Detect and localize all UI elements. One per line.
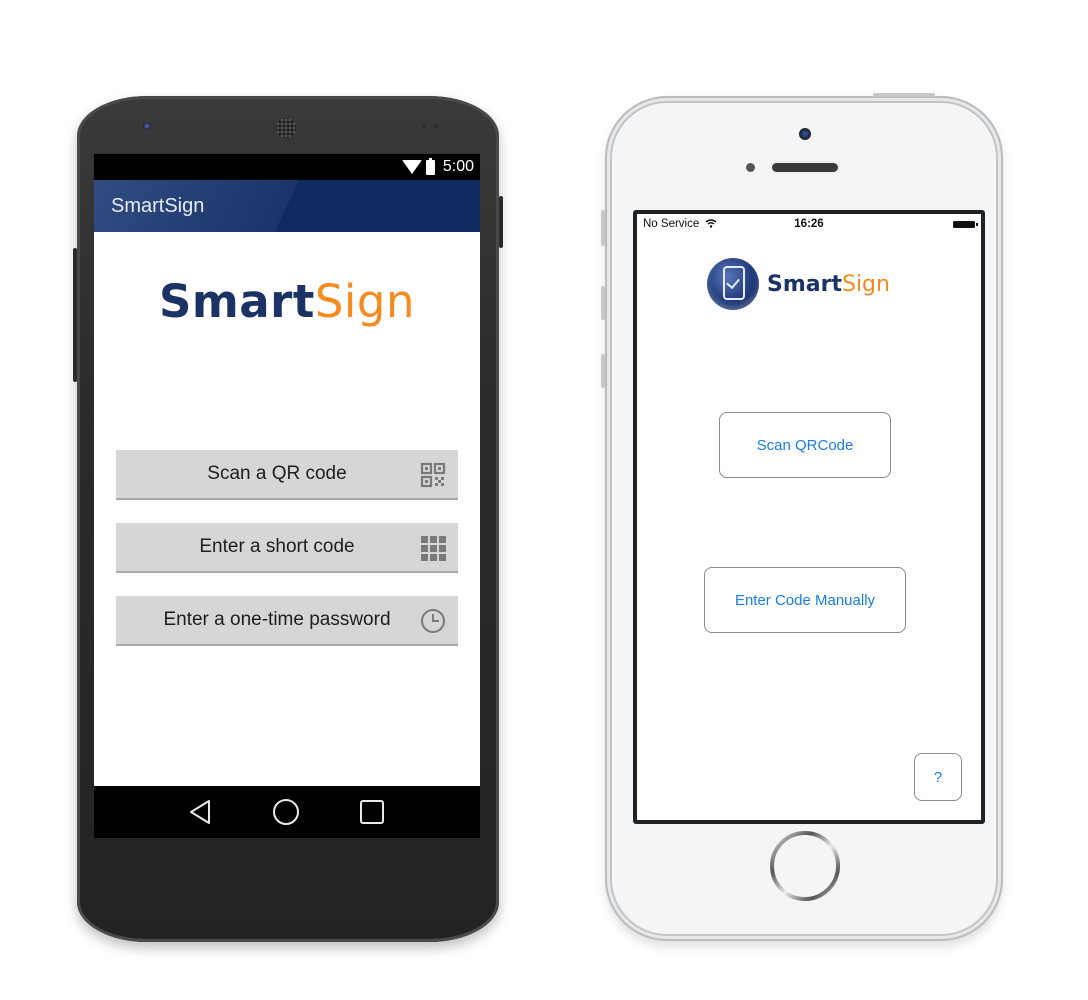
status-time: 5:00: [442, 158, 474, 175]
proximity-sensor-icon: [746, 163, 755, 172]
home-icon[interactable]: [273, 799, 299, 825]
home-button[interactable]: [769, 830, 841, 902]
back-icon[interactable]: [187, 799, 213, 825]
smartsign-logo: SmartSign: [94, 275, 480, 328]
keypad-grid-icon: [421, 536, 446, 561]
android-nav-bar: [94, 786, 480, 838]
carrier-text: No Service: [643, 218, 700, 230]
app-title: SmartSign: [111, 194, 205, 217]
earpiece-speaker-icon: [276, 118, 296, 138]
smartsign-logo: SmartSign: [707, 258, 890, 310]
android-volume-button: [73, 248, 77, 382]
app-bar: SmartSign: [94, 180, 480, 232]
logo-text: SmartSign: [767, 272, 890, 297]
iphone: No Service 16:26 SmartSign Scan QRCode E…: [601, 93, 1003, 941]
iphone-screen: No Service 16:26 SmartSign Scan QRCode E…: [633, 210, 985, 824]
logo-text-sign: Sign: [314, 275, 416, 328]
logo-text-sign: Sign: [841, 271, 890, 297]
recents-icon[interactable]: [359, 799, 385, 825]
qr-code-icon: [420, 462, 446, 488]
iphone-volume-up: [601, 286, 605, 320]
button-label: Scan a QR code: [207, 463, 347, 484]
help-button[interactable]: ?: [914, 753, 962, 801]
iphone-mute-switch: [601, 210, 605, 246]
ios-status-bar: No Service 16:26: [637, 214, 981, 234]
proximity-sensor-icon: [421, 124, 426, 129]
earpiece-speaker-icon: [772, 163, 838, 172]
android-screen: 5:00 SmartSign SmartSign Scan a QR code …: [94, 154, 480, 838]
wifi-icon: [401, 160, 422, 174]
front-camera-icon: [143, 122, 151, 130]
clock-icon: [421, 609, 445, 633]
button-label: Enter a one-time password: [163, 609, 391, 630]
wifi-icon: [706, 219, 717, 229]
iphone-volume-down: [601, 354, 605, 388]
carrier-label: No Service: [643, 218, 717, 230]
enter-one-time-password-button[interactable]: Enter a one-time password: [116, 596, 458, 646]
scan-qrcode-button[interactable]: Scan QRCode: [719, 412, 891, 478]
enter-short-code-button[interactable]: Enter a short code: [116, 523, 458, 573]
battery-icon: [425, 157, 435, 175]
button-label: Enter a short code: [199, 536, 355, 557]
battery-icon: [953, 220, 978, 228]
scan-qr-code-button[interactable]: Scan a QR code: [116, 450, 458, 500]
android-power-button: [499, 196, 503, 248]
android-status-bar: 5:00: [94, 154, 480, 180]
front-camera-icon: [799, 128, 811, 140]
logo-text-smart: Smart: [158, 275, 315, 328]
iphone-top-button: [873, 93, 935, 97]
enter-code-manually-button[interactable]: Enter Code Manually: [704, 567, 906, 633]
android-phone: 5:00 SmartSign SmartSign Scan a QR code …: [73, 96, 503, 942]
light-sensor-icon: [433, 124, 438, 129]
smartsign-phone-check-icon: [707, 258, 759, 310]
logo-text-smart: Smart: [767, 271, 842, 297]
